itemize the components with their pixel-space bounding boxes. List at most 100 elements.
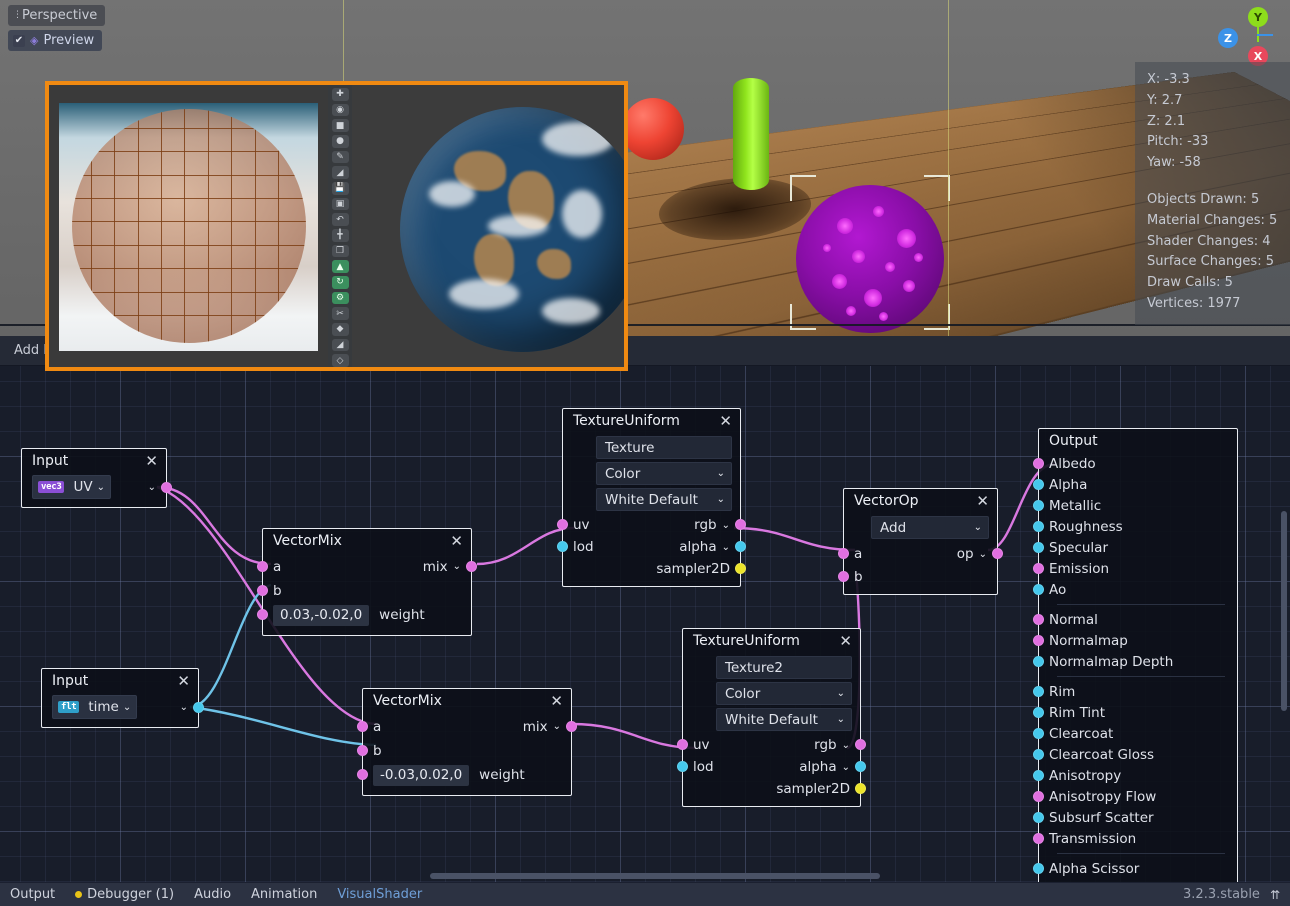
input-port-subsurf-scatter[interactable] (1033, 812, 1044, 823)
output-port-row[interactable]: Normalmap Depth (1039, 651, 1237, 672)
columns-icon[interactable]: ╋ (332, 229, 349, 242)
output-port-row[interactable]: Alpha Scissor (1039, 858, 1237, 879)
node-title-bar[interactable]: Input ✕ (42, 669, 198, 693)
input-port-b[interactable] (257, 585, 268, 596)
input-port-clearcoat-gloss[interactable] (1033, 749, 1044, 760)
chevron-down-icon[interactable]: ⌄ (842, 740, 850, 751)
output-port-row[interactable]: Transmission (1039, 828, 1237, 849)
output-port-rgb[interactable] (855, 739, 866, 750)
node-title-bar[interactable]: VectorMix ✕ (363, 689, 571, 713)
viewport-purple-sphere[interactable] (796, 185, 944, 333)
input-port-weight[interactable] (257, 609, 268, 620)
resize-handle-icon[interactable]: ⇈ (1270, 888, 1280, 902)
input-port-b[interactable] (357, 745, 368, 756)
camera-icon[interactable]: ◉ (332, 104, 349, 117)
undo-icon[interactable]: ↶ (332, 213, 349, 226)
output-port-uv[interactable] (161, 482, 172, 493)
input-port-emission[interactable] (1033, 563, 1044, 574)
graph-vertical-scrollbar[interactable] (1281, 511, 1287, 711)
node-input-uv[interactable]: Input ✕ vec3 UV ⌄ ⌄ (21, 448, 167, 508)
output-port-mix[interactable] (566, 721, 577, 732)
input-port-uv[interactable] (557, 519, 568, 530)
cube-icon[interactable]: ■ (332, 119, 349, 132)
layers-icon[interactable]: ◢ (332, 339, 349, 352)
output-port-row[interactable]: Emission (1039, 558, 1237, 579)
weight-value-field[interactable]: -0.03,0.02,0 (373, 765, 469, 786)
node-title-bar[interactable]: Output (1039, 429, 1237, 453)
folder-icon[interactable]: ▲ (332, 260, 349, 273)
input-port-a[interactable] (838, 548, 849, 559)
close-icon[interactable]: ✕ (450, 536, 463, 546)
input-port-a[interactable] (257, 561, 268, 572)
preview-toggle[interactable]: ✔ ◈ Preview (8, 30, 102, 51)
output-port-row[interactable]: Alpha (1039, 474, 1237, 495)
input-port-ao[interactable] (1033, 584, 1044, 595)
node-vectormix-1[interactable]: VectorMix ✕ a mix ⌄ b 0.03,-0.02,0 weigh… (262, 528, 472, 636)
move-icon[interactable]: ✚ (332, 88, 349, 101)
input-port-clearcoat[interactable] (1033, 728, 1044, 739)
input-port-anisotropy-flow[interactable] (1033, 791, 1044, 802)
node-title-bar[interactable]: TextureUniform ✕ (563, 409, 740, 433)
output-port-row[interactable]: Specular (1039, 537, 1237, 558)
output-port-row[interactable]: Clearcoat Gloss (1039, 744, 1237, 765)
graph-horizontal-scrollbar[interactable] (430, 873, 880, 879)
shader-preview-panel[interactable]: ✚ ◉ ■ ● ✎ ◢ 💾 ▣ ↶ ╋ ❐ ▲ ↻ ⚙ ✂ ◆ ◢ ◇ (45, 81, 628, 371)
texture-type-select[interactable]: Color ⌄ (596, 462, 732, 485)
input-port-normal[interactable] (1033, 614, 1044, 625)
save-icon[interactable]: 💾 (332, 182, 349, 195)
vector-operation-select[interactable]: Add ⌄ (871, 516, 989, 539)
input-port-weight[interactable] (357, 769, 368, 780)
output-port-op[interactable] (992, 548, 1003, 559)
output-port-row[interactable]: Anisotropy Flow (1039, 786, 1237, 807)
input-port-normalmap[interactable] (1033, 635, 1044, 646)
input-port-rim[interactable] (1033, 686, 1044, 697)
chevron-down-icon[interactable]: ⌄ (722, 520, 730, 531)
input-port-metallic[interactable] (1033, 500, 1044, 511)
input-type-select[interactable]: flt time ⌄ (52, 695, 137, 719)
viewport-red-sphere[interactable] (622, 98, 684, 160)
port-expand-icon[interactable]: ⌄ (180, 702, 188, 713)
input-port-normalmap-depth[interactable] (1033, 656, 1044, 667)
status-tab-visualshader[interactable]: VisualShader (337, 887, 422, 902)
node-title-bar[interactable]: VectorOp ✕ (844, 489, 997, 513)
input-port-rim-tint[interactable] (1033, 707, 1044, 718)
weight-value-field[interactable]: 0.03,-0.02,0 (273, 605, 369, 626)
diamond-icon[interactable]: ◆ (332, 323, 349, 336)
close-icon[interactable]: ✕ (976, 496, 989, 506)
node-texture-uniform-1[interactable]: TextureUniform ✕ Texture Color ⌄ White D… (562, 408, 741, 587)
output-port-row[interactable]: Albedo (1039, 453, 1237, 474)
input-type-select[interactable]: vec3 UV ⌄ (32, 475, 111, 499)
gizmo-y-axis[interactable]: Y (1248, 7, 1268, 27)
kebab-menu-icon[interactable]: ⋮ (13, 14, 17, 17)
status-tab-debugger[interactable]: Debugger (1) (75, 887, 174, 902)
texture-default-select[interactable]: White Default ⌄ (716, 708, 852, 731)
output-port-alpha[interactable] (855, 761, 866, 772)
close-icon[interactable]: ✕ (145, 456, 158, 466)
chevron-down-icon[interactable]: ⌄ (842, 762, 850, 773)
input-port-lod[interactable] (677, 761, 688, 772)
node-vectorop[interactable]: VectorOp ✕ Add ⌄ a op ⌄ b (843, 488, 998, 595)
output-port-sampler2d[interactable] (855, 783, 866, 794)
node-title-bar[interactable]: Input ✕ (22, 449, 166, 473)
node-vectormix-2[interactable]: VectorMix ✕ a mix ⌄ b -0.03,0.02,0 weigh… (362, 688, 572, 796)
axis-gizmo[interactable]: Y X Z (1204, 2, 1274, 64)
node-texture-uniform-2[interactable]: TextureUniform ✕ Texture2 Color ⌄ White … (682, 628, 861, 807)
output-port-alpha[interactable] (735, 541, 746, 552)
output-port-row[interactable]: Normal (1039, 609, 1237, 630)
input-port-alpha-scissor[interactable] (1033, 863, 1044, 874)
globe-icon[interactable]: ⚙ (332, 292, 349, 305)
status-tab-animation[interactable]: Animation (251, 887, 317, 902)
preview-wireframe-pane[interactable] (49, 85, 328, 367)
input-port-roughness[interactable] (1033, 521, 1044, 532)
port-expand-icon[interactable]: ⌄ (148, 482, 156, 493)
input-port-lod[interactable] (557, 541, 568, 552)
close-icon[interactable]: ✕ (177, 676, 190, 686)
uniform-name-field[interactable]: Texture (596, 436, 732, 459)
status-tab-audio[interactable]: Audio (194, 887, 231, 902)
input-port-alpha[interactable] (1033, 479, 1044, 490)
close-icon[interactable]: ✕ (839, 636, 852, 646)
output-port-rgb[interactable] (735, 519, 746, 530)
output-port-row[interactable]: Rim Tint (1039, 702, 1237, 723)
node-title-bar[interactable]: TextureUniform ✕ (683, 629, 860, 653)
chevron-down-icon[interactable]: ⌄ (453, 561, 461, 572)
